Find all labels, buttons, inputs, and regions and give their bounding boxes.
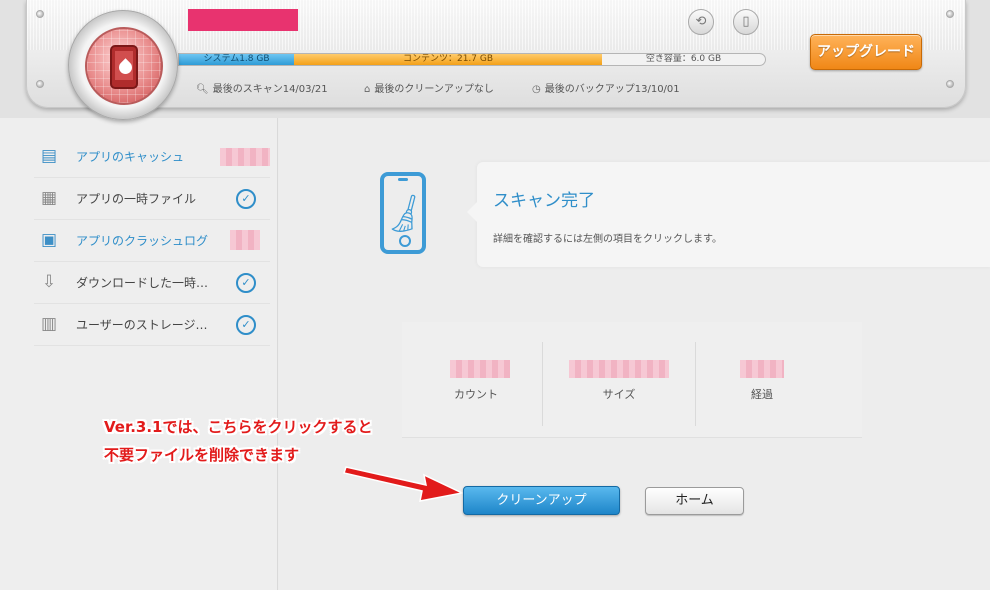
device-icon[interactable]: ▯ [733,9,759,35]
last-cleanup-status: ⌂ 最後のクリーンアップなし [364,84,494,95]
download-icon: ⇩ [41,272,57,292]
history-icon: ◷ [532,84,541,95]
redacted-value [569,360,669,378]
app-logo [68,10,178,120]
sidebar: ▤ アプリのキャッシュ ▦ アプリの一時ファイル ✓ ▣ アプリのクラッシュログ… [0,118,278,590]
sidebar-item-label: アプリのクラッシュログ [76,234,209,248]
screw-icon [36,80,44,88]
storage-bar: システム1.8 GB コンテンツ：21.7 GB 空き容量：6.0 GB [178,53,766,66]
app-cache-icon: ▤ [40,146,58,166]
sidebar-item-crash-log[interactable]: ▣ アプリのクラッシュログ [34,220,270,262]
stat-size: サイズ [543,322,695,438]
check-icon: ✓ [236,189,256,209]
crash-log-icon: ▣ [40,230,58,250]
scan-complete-title: スキャン完了 [493,191,595,211]
stat-count: カウント [402,322,542,438]
screw-icon [946,10,954,18]
redacted-value [740,360,784,378]
broom-icon: ⌂ [364,84,371,95]
sidebar-item-temp-files[interactable]: ▦ アプリの一時ファイル ✓ [34,178,270,220]
sync-icon[interactable]: ⟲ [688,9,714,35]
sidebar-item-label: アプリのキャッシュ [76,150,185,164]
stat-size-label: サイズ [602,388,636,401]
home-button[interactable]: ホーム [645,487,744,515]
annotation-line-2: 不要ファイルを削除できます [104,446,300,464]
scan-result-callout: スキャン完了 詳細を確認するには左側の項目をクリックします。 [467,162,990,267]
sidebar-item-downloads[interactable]: ⇩ ダウンロードした一時… ✓ [34,262,270,304]
last-scan-status: 🔍︎ 最後のスキャン14/03/21 [196,84,328,95]
screw-icon [36,10,44,18]
redacted-value [230,230,260,250]
screw-icon [946,80,954,88]
check-icon: ✓ [236,273,256,293]
scan-complete-description: 詳細を確認するには左側の項目をクリックします。 [493,234,722,245]
phone-logo-icon [110,45,138,89]
storage-icon: ▥ [40,314,58,334]
redacted-value [450,360,510,378]
sidebar-item-user-storage[interactable]: ▥ ユーザーのストレージ… ✓ [34,304,270,346]
sidebar-item-app-cache[interactable]: ▤ アプリのキャッシュ [34,136,270,178]
annotation-arrow-icon [343,466,465,502]
sidebar-item-label: アプリの一時ファイル [76,192,197,206]
stat-elapsed-label: 経過 [751,388,773,401]
storage-system-segment: システム1.8 GB [179,54,294,65]
last-backup-status: ◷ 最後のバックアップ13/10/01 [532,84,680,95]
sidebar-item-label: ユーザーのストレージ… [76,318,208,332]
redacted-value [220,148,270,166]
cleanup-button[interactable]: クリーンアップ [463,486,620,515]
app-title-redacted [188,9,298,31]
stat-count-label: カウント [454,388,498,401]
upgrade-button[interactable]: アップグレード [810,34,922,70]
annotation-line-1: Ver.3.1では、こちらをクリックすると [104,418,373,436]
app-logo-emblem [85,27,163,105]
magnifier-icon: 🔍︎ [196,84,209,95]
storage-free-segment: 空き容量：6.0 GB [645,54,722,64]
storage-content-segment: コンテンツ：21.7 GB [294,54,602,65]
stat-elapsed: 経過 [696,322,862,438]
temp-file-icon: ▦ [40,188,58,208]
check-icon: ✓ [236,315,256,335]
sidebar-item-label: ダウンロードした一時… [76,276,209,290]
scan-stats: カウント サイズ 経過 [402,322,862,438]
